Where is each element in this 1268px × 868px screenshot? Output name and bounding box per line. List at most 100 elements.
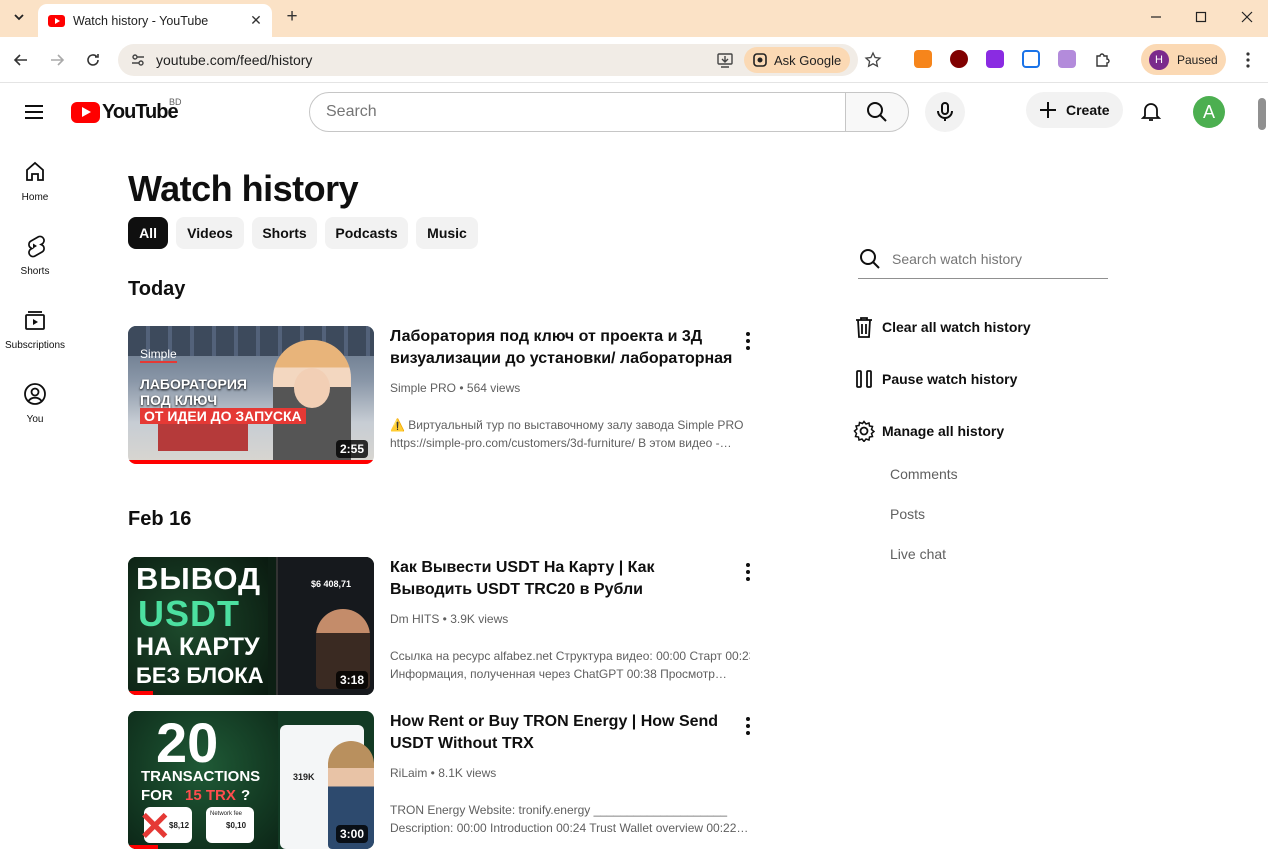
scrollbar-thumb[interactable]	[1258, 98, 1266, 130]
profile-button[interactable]: H Paused	[1141, 44, 1226, 75]
thumbnail-value: 319K	[293, 772, 315, 782]
chip-podcasts[interactable]: Podcasts	[325, 217, 408, 249]
account-avatar[interactable]: A	[1193, 96, 1225, 128]
video-action-menu-button[interactable]	[738, 715, 758, 737]
video-meta: Dm HITS • 3.9K views	[390, 612, 509, 626]
thumbnail-caption: FOR	[141, 787, 173, 804]
ublock-extension-icon[interactable]	[950, 50, 968, 68]
pause-history-button[interactable]: Pause watch history	[852, 365, 1017, 393]
notifications-button[interactable]	[1139, 99, 1163, 123]
search-icon	[867, 102, 887, 122]
search-input[interactable]	[326, 103, 845, 121]
profile-status: Paused	[1177, 52, 1218, 67]
video-item[interactable]: Simple ЛАБОРАТОРИЯ ПОД КЛЮЧ ОТ ИДЕИ ДО З…	[128, 326, 758, 466]
history-search-box	[858, 239, 1108, 279]
bell-icon	[1140, 103, 1162, 121]
browser-tab-active[interactable]: Watch history - YouTube ✕	[38, 4, 272, 37]
tab-close-icon[interactable]: ✕	[246, 11, 266, 31]
view-count: 3.9K views	[450, 612, 509, 626]
pause-history-label: Pause watch history	[882, 371, 1018, 387]
channel-name[interactable]: Dm HITS	[390, 612, 439, 626]
thumbnail-fee-label: Network fee	[210, 811, 243, 817]
browser-menu-button[interactable]	[1236, 48, 1260, 72]
thumbnail-caption: TRANSACTIONS	[141, 768, 261, 785]
video-description: Ссылка на ресурс alfabez.net Структура в…	[390, 647, 750, 683]
video-action-menu-button[interactable]	[738, 330, 758, 352]
manage-history-label: Manage all history	[882, 423, 1005, 439]
search-button[interactable]	[845, 92, 909, 132]
channel-name[interactable]: Simple PRO	[390, 381, 456, 395]
maximize-button[interactable]	[1189, 6, 1213, 28]
chip-all[interactable]: All	[128, 217, 168, 249]
chip-shorts[interactable]: Shorts	[252, 217, 317, 249]
extension-icon[interactable]	[986, 50, 1004, 68]
bookmark-star-icon[interactable]	[864, 51, 882, 69]
thumbnail-balance: $6 408,71	[311, 579, 352, 589]
video-title[interactable]: Лаборатория под ключ от проекта и 3Д виз…	[390, 326, 740, 370]
history-live-chat-link[interactable]: Live chat	[890, 546, 946, 562]
wallet-extension-icon[interactable]	[1058, 50, 1076, 68]
more-vertical-icon	[746, 332, 750, 350]
video-item[interactable]: 20 TRANSACTIONS FOR 15 TRX ? $8,12 ✕ Net…	[128, 711, 758, 851]
site-info-icon[interactable]	[130, 52, 146, 68]
extensions-puzzle-icon[interactable]	[1094, 50, 1112, 68]
create-button[interactable]: Create	[1026, 92, 1123, 128]
guide-item-you[interactable]: You	[0, 382, 70, 456]
video-thumbnail[interactable]: 20 TRANSACTIONS FOR 15 TRX ? $8,12 ✕ Net…	[128, 711, 374, 849]
video-thumbnail[interactable]: Simple ЛАБОРАТОРИЯ ПОД КЛЮЧ ОТ ИДЕИ ДО З…	[128, 326, 374, 464]
description-line: https://simple-pro.com/customers/3d-furn…	[390, 436, 732, 450]
search-box	[309, 92, 846, 132]
video-thumbnail[interactable]: ВЫВОД USDT НА КАРТУ БЕЗ БЛОКА $6 408,71 …	[128, 557, 374, 695]
guide-item-subscriptions[interactable]: Subscriptions	[0, 308, 70, 382]
more-vertical-icon	[1246, 52, 1250, 68]
profile-avatar: H	[1149, 49, 1169, 70]
reload-button[interactable]	[81, 48, 105, 72]
thumbnail-caption: 15 TRX	[185, 787, 236, 804]
search-icon	[860, 248, 880, 269]
back-button[interactable]	[9, 48, 33, 72]
video-title[interactable]: How Rent or Buy TRON Energy | How Send U…	[390, 711, 740, 755]
voice-search-button[interactable]	[925, 92, 965, 132]
video-title[interactable]: Как Вывести USDT На Карту | Как Выводить…	[390, 557, 740, 601]
channel-name[interactable]: RiLaim	[390, 766, 427, 780]
new-tab-button[interactable]: +	[282, 6, 302, 27]
chip-music[interactable]: Music	[416, 217, 478, 249]
video-meta: Simple PRO • 564 views	[390, 381, 521, 395]
ask-google-button[interactable]: Ask Google	[744, 47, 850, 73]
guide-menu-button[interactable]	[22, 100, 46, 124]
thumbnail-caption: ВЫВОД	[136, 561, 262, 596]
history-comments-link[interactable]: Comments	[890, 466, 958, 482]
minimize-icon	[1151, 16, 1161, 18]
tab-search-button[interactable]	[6, 5, 32, 29]
arrow-left-icon	[13, 54, 27, 66]
minimize-button[interactable]	[1144, 6, 1168, 28]
maximize-icon	[1195, 11, 1207, 23]
manage-history-button[interactable]: Manage all history	[852, 417, 1004, 445]
clear-all-history-button[interactable]: Clear all watch history	[852, 313, 1031, 341]
youtube-logo[interactable]: YouTube BD	[71, 97, 182, 124]
close-window-button[interactable]	[1235, 6, 1259, 28]
page-scrollbar[interactable]	[1256, 84, 1268, 868]
video-description: ⚠️ Виртуальный тур по выставочному залу …	[390, 416, 750, 452]
address-bar[interactable]: youtube.com/feed/history Ask Google	[118, 44, 882, 76]
ask-google-label: Ask Google	[774, 52, 842, 68]
microphone-icon	[937, 102, 953, 121]
history-search-input[interactable]	[892, 250, 1102, 267]
youtube-header: YouTube BD Create A	[0, 84, 1256, 140]
video-duration: 2:55	[335, 440, 368, 458]
description-line: Информация, полученная через ChatGPT 00:…	[390, 667, 727, 681]
forward-button[interactable]	[45, 48, 69, 72]
guide-item-shorts[interactable]: Shorts	[0, 234, 70, 308]
video-action-menu-button[interactable]	[738, 561, 758, 583]
chip-videos[interactable]: Videos	[176, 217, 244, 249]
history-posts-link[interactable]: Posts	[890, 506, 925, 522]
page-title: Watch history	[128, 168, 359, 209]
guide-item-label: Subscriptions	[4, 340, 66, 351]
metamask-extension-icon[interactable]	[914, 50, 932, 68]
guide-item-home[interactable]: Home	[0, 160, 70, 234]
google-lens-icon	[753, 53, 767, 67]
trash-icon	[852, 315, 876, 339]
install-app-icon[interactable]	[716, 51, 734, 69]
screen-capture-extension-icon[interactable]	[1022, 50, 1040, 68]
video-item[interactable]: ВЫВОД USDT НА КАРТУ БЕЗ БЛОКА $6 408,71 …	[128, 557, 758, 697]
